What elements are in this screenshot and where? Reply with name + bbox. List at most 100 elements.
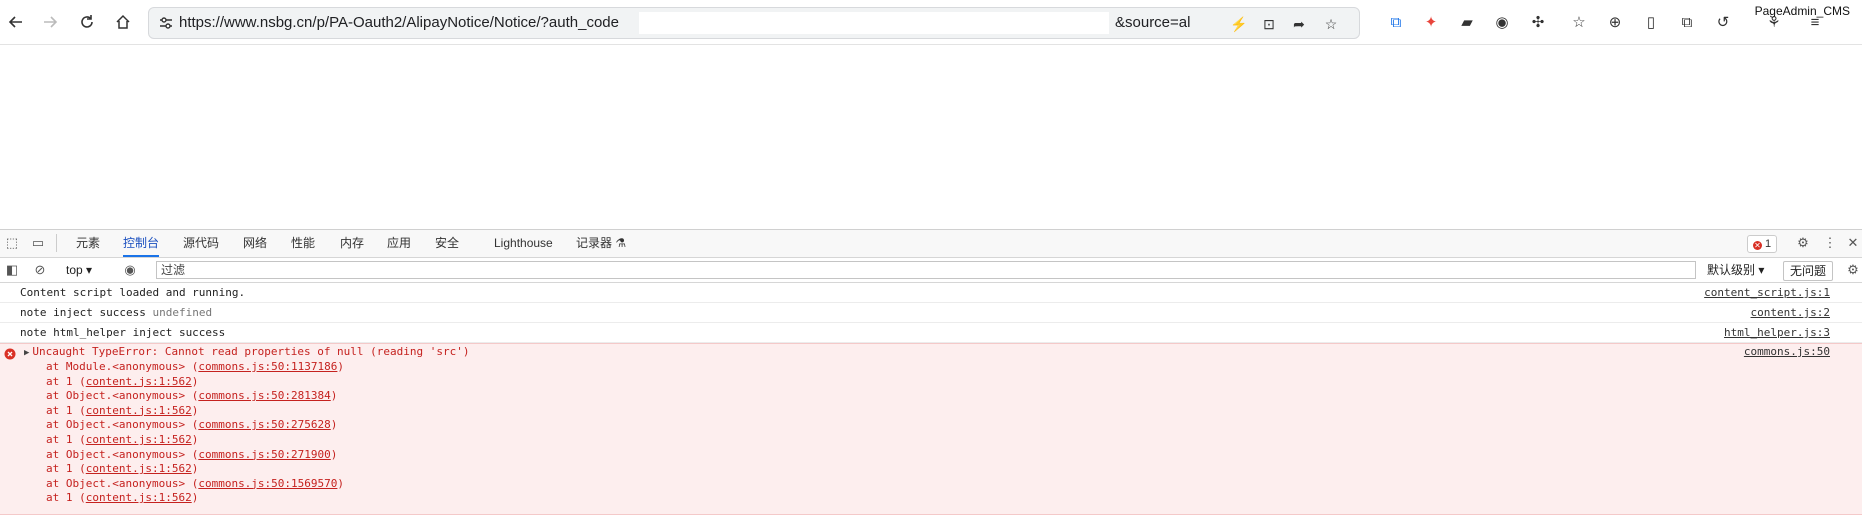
share-icon[interactable]: ➦ <box>1289 14 1309 34</box>
chevron-down-icon: ▾ <box>1758 263 1765 277</box>
stack-trace-line: at Object.<anonymous> (commons.js:50:281… <box>46 389 337 403</box>
stack-suffix: ) <box>337 476 345 490</box>
stack-source-link[interactable]: content.js:1:562 <box>86 404 192 417</box>
tab-memory[interactable]: 内存 <box>340 230 364 257</box>
message-text: Content script loaded and running. <box>20 286 246 299</box>
star-icon[interactable]: ☆ <box>1321 14 1341 34</box>
stack-trace-line: at 1 (content.js:1:562) <box>46 462 198 476</box>
tab-performance[interactable]: 性能 <box>291 230 315 257</box>
expand-triangle-icon[interactable]: ▶ <box>24 348 29 358</box>
message-text: note inject success undefined <box>20 303 212 323</box>
device-toggle-icon[interactable]: ▭ <box>30 235 46 251</box>
error-source-link[interactable]: commons.js:50 <box>1744 344 1830 360</box>
stack-suffix: ) <box>337 360 345 373</box>
stack-suffix: ) <box>330 418 338 432</box>
stack-prefix: at 1 ( <box>46 433 86 446</box>
stack-source-link[interactable]: content.js:1:562 <box>86 375 192 388</box>
error-count-badge[interactable]: ✕ 1 <box>1747 235 1778 253</box>
clear-console-icon[interactable]: ⊘ <box>32 262 48 278</box>
stack-prefix: at 1 ( <box>46 374 86 388</box>
inspect-icon[interactable]: ⬚ <box>4 235 20 251</box>
stack-suffix: ) <box>191 403 199 417</box>
stock-extension-icon[interactable]: ▰ <box>1456 11 1478 33</box>
filter-input[interactable]: 过滤 <box>156 261 1696 279</box>
tab-recorder[interactable]: 记录器 ⚗ <box>576 230 626 257</box>
stack-prefix: at Object.<anonymous> ( <box>46 476 199 490</box>
context-select[interactable]: top ▾ <box>66 261 92 279</box>
error-icon <box>4 348 16 360</box>
tab-application[interactable]: 应用 <box>387 230 411 257</box>
download-icon[interactable]: ⊕ <box>1604 11 1626 33</box>
console-message: Content script loaded and running. conte… <box>0 283 1862 303</box>
reload-button[interactable] <box>75 10 99 34</box>
stack-source-link[interactable]: content.js:1:562 <box>86 462 192 475</box>
stack-trace-line: at Object.<anonymous> (commons.js:50:271… <box>46 448 337 462</box>
forward-button[interactable] <box>38 10 62 34</box>
stack-trace-line: at 1 (content.js:1:562) <box>46 375 198 389</box>
error-count: 1 <box>1765 238 1772 250</box>
evernote-extension-icon[interactable]: ◉ <box>1491 11 1513 33</box>
tab-lighthouse[interactable]: Lighthouse <box>494 230 553 257</box>
tab-network[interactable]: 网络 <box>243 230 267 257</box>
error-header[interactable]: ▶ Uncaught TypeError: Cannot read propert… <box>24 344 470 360</box>
history-icon[interactable]: ↺ <box>1712 11 1734 33</box>
stack-trace-line: at Object.<anonymous> (commons.js:50:156… <box>46 477 344 491</box>
extensions-puzzle-icon[interactable]: ✣ <box>1527 11 1549 33</box>
settings-icon[interactable]: ⚙ <box>1795 235 1811 251</box>
address-bar[interactable]: https://www.nsbg.cn/p/PA-Oauth2/AlipayNo… <box>148 7 1360 39</box>
message-source-link[interactable]: content_script.js:1 <box>1704 283 1830 303</box>
translate-extension-icon[interactable]: ⧉ <box>1385 11 1407 33</box>
stack-suffix: ) <box>191 374 199 388</box>
gemini-extension-icon[interactable]: ✦ <box>1420 11 1442 33</box>
console-message: note inject success undefined content.js… <box>0 303 1862 323</box>
arrow-left-icon <box>8 16 22 28</box>
tab-console[interactable]: 控制台 <box>123 230 160 257</box>
phone-icon[interactable]: ▯ <box>1640 11 1662 33</box>
issues-button[interactable]: 无问题 <box>1783 261 1834 281</box>
translate-page-icon[interactable]: ⊡ <box>1259 14 1279 34</box>
back-button[interactable] <box>4 10 28 34</box>
close-icon[interactable]: ✕ <box>1845 235 1861 251</box>
stack-suffix: ) <box>330 389 338 403</box>
stack-source-link[interactable]: content.js:1:562 <box>86 491 192 504</box>
sidebar-toggle-icon[interactable]: ◧ <box>4 262 20 278</box>
divider <box>56 234 57 252</box>
stack-source-link[interactable]: commons.js:50:1569570 <box>198 477 337 490</box>
tab-sources[interactable]: 源代码 <box>183 230 219 257</box>
tab-security[interactable]: 安全 <box>435 230 459 257</box>
eye-icon[interactable]: ◉ <box>122 262 138 278</box>
stack-prefix: at Module.<anonymous> ( <box>46 360 199 373</box>
console-error-message: ▶ Uncaught TypeError: Cannot read propert… <box>0 343 1862 515</box>
console-settings-icon[interactable]: ⚙ <box>1845 262 1861 278</box>
url-tail: &source=al <box>1115 14 1191 31</box>
message-source-link[interactable]: html_helper.js:3 <box>1724 323 1830 343</box>
lightning-icon[interactable]: ⚡ <box>1229 14 1249 34</box>
stack-source-link[interactable]: content.js:1:562 <box>86 433 192 446</box>
stack-suffix: ) <box>191 433 199 446</box>
home-button[interactable] <box>111 10 135 34</box>
stack-prefix: at Object.<anonymous> ( <box>46 418 199 432</box>
page-content-area <box>0 45 1862 229</box>
tab-copy-icon[interactable]: ⧉ <box>1676 11 1698 33</box>
stack-source-link[interactable]: commons.js:50:275628 <box>198 418 330 431</box>
log-level-select[interactable]: 默认级别 ▾ <box>1707 261 1764 279</box>
stack-trace-line: at 1 (content.js:1:562) <box>46 404 198 418</box>
tune-icon[interactable] <box>157 14 175 32</box>
message-source-link[interactable]: content.js:2 <box>1751 303 1830 323</box>
stack-suffix: ) <box>191 462 199 476</box>
tab-elements[interactable]: 元素 <box>76 230 100 257</box>
browser-toolbar: https://www.nsbg.cn/p/PA-Oauth2/AlipayNo… <box>0 0 1862 45</box>
stack-prefix: at 1 ( <box>46 491 86 505</box>
stack-suffix: ) <box>330 447 338 461</box>
console-output: Content script loaded and running. conte… <box>0 283 1862 515</box>
url-head: https://www.nsbg.cn/p/PA-Oauth2/AlipayNo… <box>179 14 619 31</box>
error-text: Uncaught TypeError: Cannot read properti… <box>32 345 470 358</box>
bookmarks-icon[interactable]: ☆ <box>1568 11 1590 33</box>
stack-source-link[interactable]: commons.js:50:271900 <box>198 448 330 461</box>
console-filterbar: ◧ ⊘ top ▾ ◉ 过滤 默认级别 ▾ 无问题 ⚙ <box>0 258 1862 283</box>
stack-source-link[interactable]: commons.js:50:281384 <box>198 389 330 402</box>
stack-source-link[interactable]: commons.js:50:1137186 <box>198 360 337 373</box>
stack-trace-line: at Module.<anonymous> (commons.js:50:113… <box>46 360 344 374</box>
more-options-icon[interactable]: ⋮ <box>1822 235 1838 251</box>
log-level-label: 默认级别 <box>1707 263 1756 277</box>
